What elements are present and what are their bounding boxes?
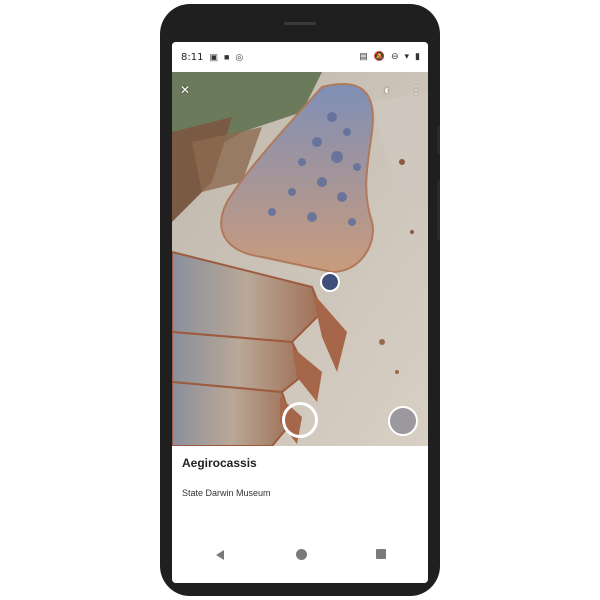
status-icons-right: ▤ 🔕 ⊖ ▾ ▮ <box>359 51 420 62</box>
status-time: 8:11 <box>181 51 204 63</box>
camera-viewfinder[interactable]: ✕ ◐ ⋮ <box>172 72 428 446</box>
shutter-button[interactable] <box>282 402 318 438</box>
cast-icon: ▤ <box>359 51 368 61</box>
earpiece <box>284 22 316 25</box>
result-panel: Aegirocassis State Darwin Museum <box>172 446 428 546</box>
battery-icon: ▮ <box>415 51 420 61</box>
fossil-image <box>172 72 428 446</box>
video-icon: ■ <box>223 51 230 62</box>
gallery-thumbnail[interactable] <box>388 406 418 436</box>
phone-screen: 8:11 ▣ ■ ◎ ▤ 🔕 ⊖ ▾ ▮ ✕ ◐ ⋮ Aegirocassis … <box>172 42 428 583</box>
close-icon[interactable]: ✕ <box>180 84 190 96</box>
status-bar: 8:11 ▣ ■ ◎ ▤ 🔕 ⊖ ▾ ▮ <box>172 42 428 72</box>
result-title: Aegirocassis <box>182 456 257 470</box>
recents-button[interactable] <box>376 549 386 559</box>
wifi-icon: ▾ <box>404 51 410 61</box>
contrast-icon[interactable]: ◐ <box>384 84 391 96</box>
power-button <box>437 125 440 155</box>
mute-icon: 🔕 <box>373 51 385 61</box>
image-icon: ▣ <box>209 51 218 62</box>
sync-icon: ◎ <box>235 51 244 62</box>
home-button[interactable] <box>296 549 307 560</box>
navigation-bar <box>172 542 428 583</box>
volume-button <box>437 180 440 240</box>
result-subtitle[interactable]: State Darwin Museum <box>182 488 271 498</box>
dnd-icon: ⊖ <box>390 51 399 61</box>
back-button[interactable] <box>216 550 224 560</box>
more-vert-icon[interactable]: ⋮ <box>410 84 422 96</box>
